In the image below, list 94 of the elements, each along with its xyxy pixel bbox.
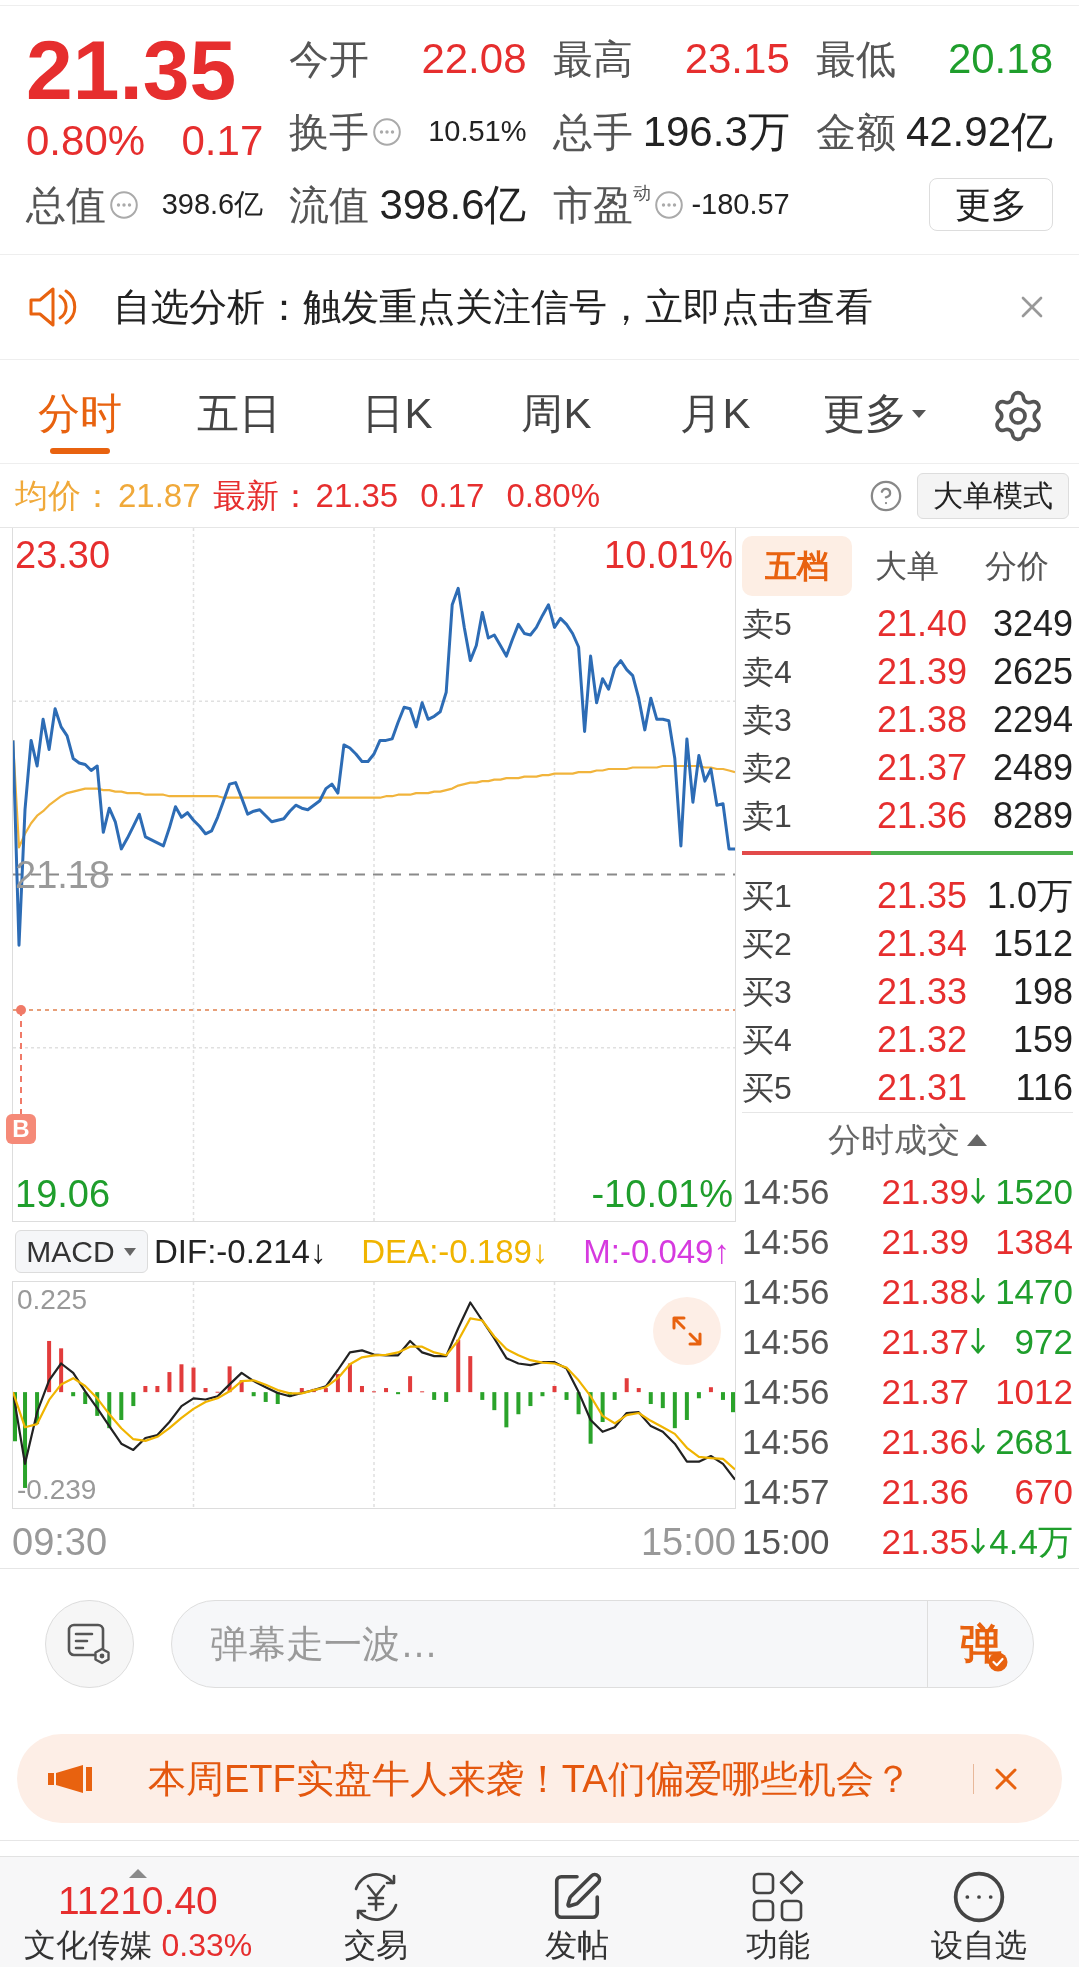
time-label: 15:00 xyxy=(640,1523,736,1561)
average-price: 21.87 xyxy=(118,479,201,512)
depth-price: 21.32 xyxy=(875,1022,967,1058)
stat-value: 20.18 xyxy=(947,37,1053,80)
trade-price: 21.36 xyxy=(880,1423,969,1459)
stat-label: 市盈$^{动}$ xyxy=(552,184,651,225)
buy-marker-label: B xyxy=(6,1114,36,1144)
depth-price: 21.39 xyxy=(875,654,967,690)
stat-value: 42.92亿 xyxy=(905,110,1053,153)
stat-value: 196.3万 xyxy=(642,110,790,153)
depth-volume: 3249 xyxy=(991,606,1073,642)
depth-price: 21.33 xyxy=(875,974,967,1010)
depth-level-label: 卖2 xyxy=(742,752,793,784)
stat-label: 总值 xyxy=(26,184,106,225)
depth-volume: 2294 xyxy=(991,702,1073,738)
stat-label: 总手 xyxy=(552,111,633,152)
trade-time: 14:56 xyxy=(742,1173,831,1209)
trade-price: 21.37 xyxy=(880,1373,969,1409)
depth-volume: 198 xyxy=(1011,974,1073,1010)
trade-price: 21.36 xyxy=(880,1473,969,1509)
indicator-axis-label: 0.225 xyxy=(17,1286,88,1314)
depth-price: 21.35 xyxy=(875,878,967,914)
depth-volume: 1.0万 xyxy=(985,878,1073,914)
depth-price: 21.37 xyxy=(875,750,967,786)
stat-value: 10.51% xyxy=(428,117,527,146)
trade-time: 14:56 xyxy=(742,1273,831,1309)
index-change: 0.33% xyxy=(161,1929,253,1961)
depth-volume: 159 xyxy=(1011,1022,1073,1058)
stat-label: 金额 xyxy=(815,111,896,152)
change-percent: 0.80% xyxy=(26,120,146,162)
stat-label: 今开 xyxy=(289,38,370,79)
percent-axis-label: 10.01% xyxy=(604,536,733,575)
change-amount: 0.17 xyxy=(181,120,264,162)
trade-time: 14:56 xyxy=(742,1223,831,1259)
depth-price: 21.34 xyxy=(875,926,967,962)
time-label: 09:30 xyxy=(12,1523,108,1561)
depth-price: 21.36 xyxy=(875,798,967,834)
trade-time: 14:57 xyxy=(742,1473,831,1509)
trade-price: 21.38 xyxy=(880,1273,969,1309)
depth-volume: 2625 xyxy=(991,654,1073,690)
trade-volume: 1384 xyxy=(994,1223,1073,1259)
depth-level-label: 买2 xyxy=(742,928,793,960)
depth-price: 21.38 xyxy=(875,702,967,738)
stat-label: 最低 xyxy=(815,38,896,79)
latest-change: 0.17 xyxy=(420,479,485,512)
trade-time: 14:56 xyxy=(742,1423,831,1459)
stat-label: 换手 xyxy=(289,111,370,152)
trade-time: 14:56 xyxy=(742,1323,831,1359)
stat-label: 流值 xyxy=(289,184,370,225)
depth-level-label: 买1 xyxy=(742,880,793,912)
depth-volume: 2489 xyxy=(991,750,1073,786)
depth-volume: 8289 xyxy=(991,798,1073,834)
trade-volume: 2681 xyxy=(994,1423,1073,1459)
trade-price: 21.39 xyxy=(880,1223,969,1259)
trade-price: 21.37 xyxy=(880,1323,969,1359)
indicator-value: DEA:-0.189↓ xyxy=(361,1235,549,1268)
depth-level-label: 买5 xyxy=(742,1072,793,1104)
trade-volume: 1470 xyxy=(994,1273,1073,1309)
depth-level-label: 卖1 xyxy=(742,800,793,832)
stat-value: 23.15 xyxy=(684,37,790,80)
depth-volume: 116 xyxy=(1014,1070,1073,1106)
trade-price: 21.35 xyxy=(880,1523,969,1559)
depth-price: 21.31 xyxy=(875,1070,967,1106)
indicator-value: M:-0.049↑ xyxy=(583,1235,730,1268)
latest-price: 21.35 xyxy=(315,479,399,512)
stat-label: 最高 xyxy=(552,38,633,79)
stat-value: 22.08 xyxy=(421,37,527,80)
depth-level-label: 买4 xyxy=(742,1024,793,1056)
stat-value: 398.6亿 xyxy=(161,190,264,219)
trade-volume: 4.4万 xyxy=(988,1523,1073,1559)
indicator-value: DIF:-0.214↓ xyxy=(154,1235,327,1268)
depth-level-label: 卖4 xyxy=(742,656,793,688)
depth-price: 21.40 xyxy=(875,606,967,642)
price-axis-label: 23.30 xyxy=(15,536,111,575)
last-price: 21.35 xyxy=(26,28,238,112)
depth-level-label: 买3 xyxy=(742,976,793,1008)
average-price-label: 均价： xyxy=(15,479,114,512)
trade-volume: 670 xyxy=(1013,1473,1073,1509)
latest-price-label: 最新： xyxy=(212,479,312,512)
stat-value: -180.57 xyxy=(691,190,790,219)
stat-value: 398.6亿 xyxy=(379,183,527,226)
percent-axis-label: -10.01% xyxy=(591,1174,733,1213)
trade-volume: 972 xyxy=(1013,1323,1073,1359)
latest-change-percent: 0.80% xyxy=(506,479,600,512)
trade-price: 21.39 xyxy=(880,1173,969,1209)
trade-volume: 1012 xyxy=(994,1373,1073,1409)
trade-time: 14:56 xyxy=(742,1373,831,1409)
price-axis-label: 19.06 xyxy=(15,1174,111,1213)
depth-level-label: 卖5 xyxy=(742,608,793,640)
indicator-axis-label: -0.239 xyxy=(17,1476,97,1504)
trade-volume: 1520 xyxy=(994,1173,1073,1209)
depth-volume: 1512 xyxy=(991,926,1073,962)
trade-time: 15:00 xyxy=(742,1523,831,1559)
depth-level-label: 卖3 xyxy=(742,704,793,736)
